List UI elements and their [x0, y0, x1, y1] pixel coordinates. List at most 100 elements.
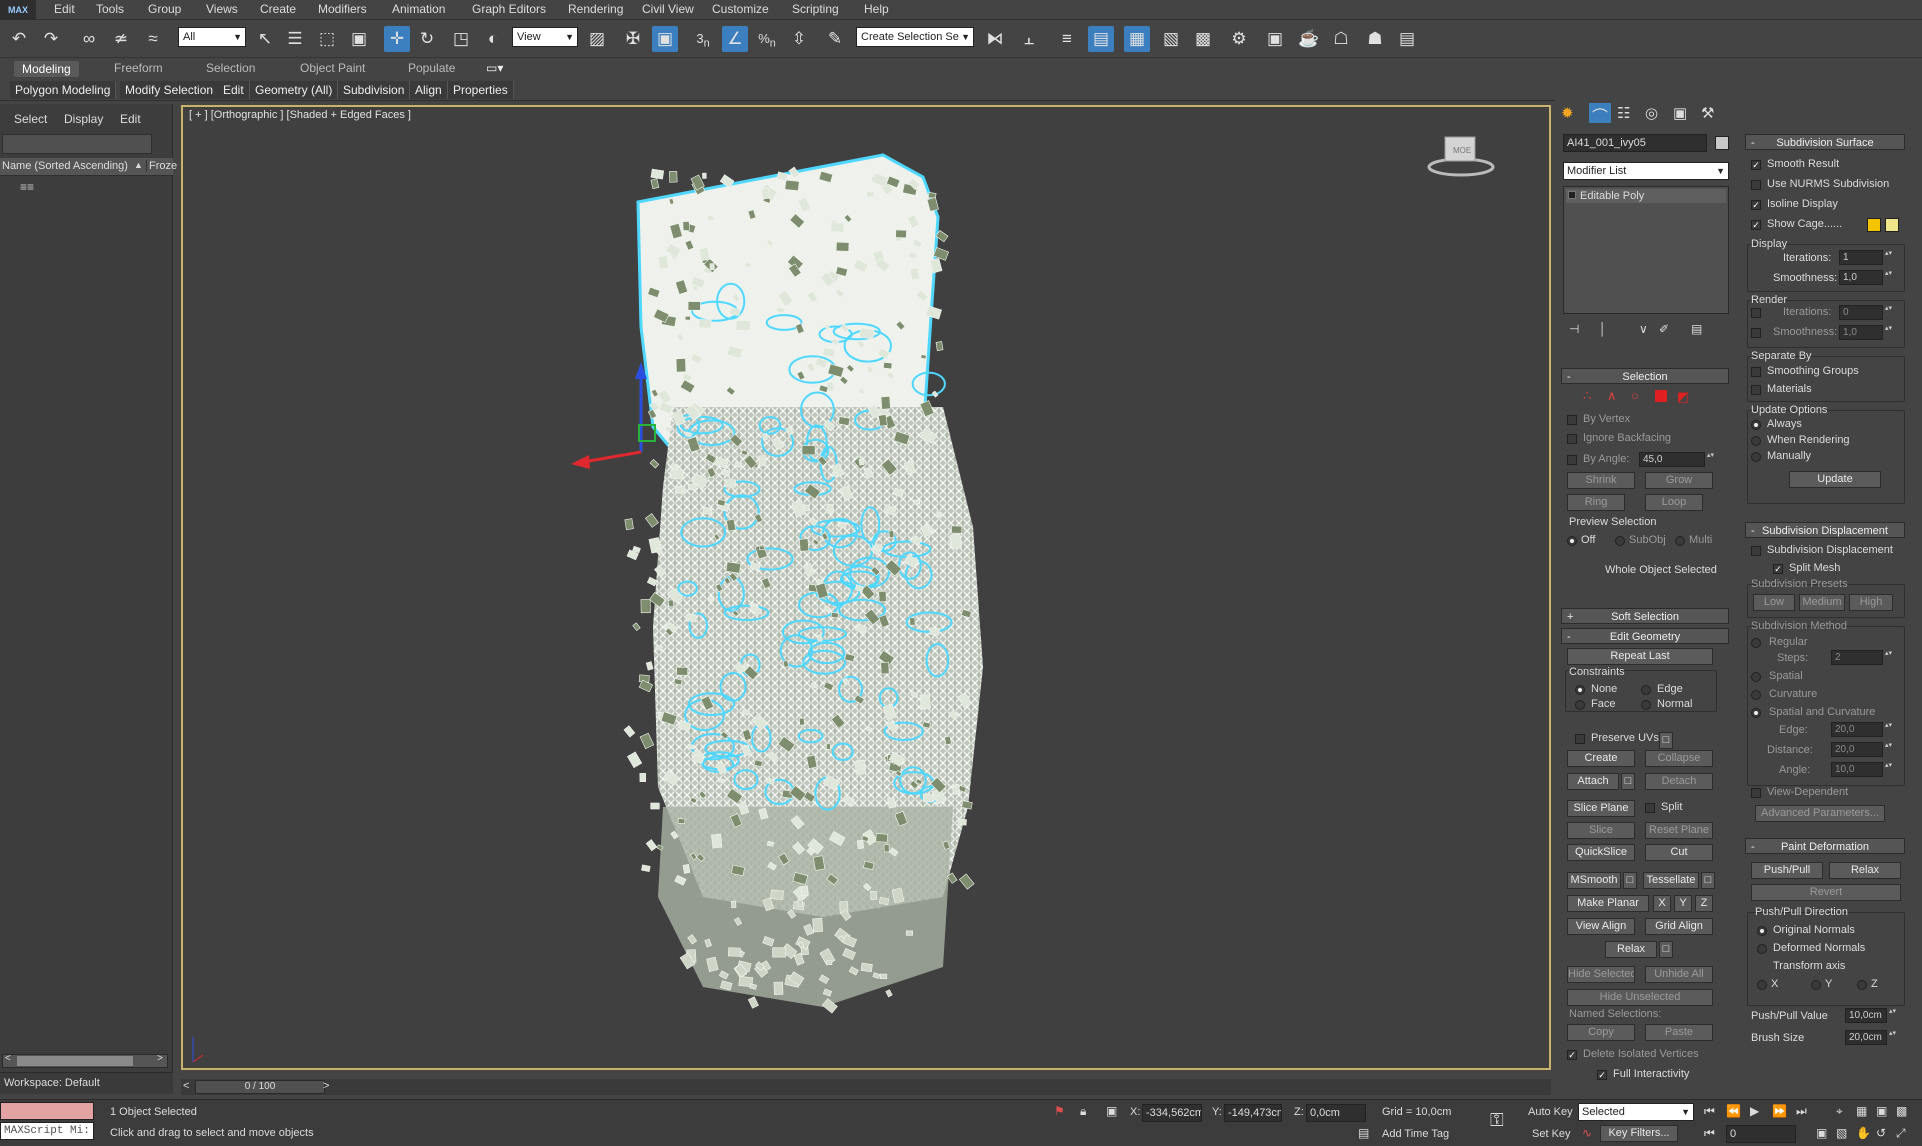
tab-modeling[interactable]: Modeling — [14, 61, 79, 77]
unlink-icon[interactable]: ≄ — [108, 26, 134, 52]
push-pull-button[interactable]: Push/Pull — [1751, 862, 1823, 879]
a360-icon[interactable]: ▤ — [1394, 26, 1420, 52]
menu-modifiers[interactable]: Modifiers — [318, 2, 367, 16]
preview-off-radio[interactable] — [1567, 536, 1577, 546]
panel-align[interactable]: Align — [410, 81, 448, 99]
coord-z-field[interactable]: 0,0cm — [1306, 1104, 1366, 1122]
scale-icon[interactable]: ◳ — [448, 26, 474, 52]
selection-lock-icon[interactable]: 🔒︎ — [1080, 1104, 1086, 1119]
display-tab-icon[interactable]: ▣ — [1673, 104, 1687, 122]
collapse-button[interactable]: Collapse — [1645, 750, 1713, 767]
menu-scripting[interactable]: Scripting — [792, 2, 839, 16]
tab-selection[interactable]: Selection — [206, 61, 255, 77]
render-smoothness-spinner[interactable]: 1,0 — [1839, 325, 1893, 340]
subdivision-displacement-rollout-header[interactable]: - Subdivision Displacement — [1745, 522, 1905, 538]
make-planar-z-button[interactable]: Z — [1695, 895, 1713, 912]
stack-item-editable-poly[interactable]: Editable Poly — [1566, 189, 1726, 203]
viewport-orthographic[interactable]: [ + ] [Orthographic ] [Shaded + Edged Fa… — [181, 105, 1551, 1070]
scene-search-input[interactable] — [2, 134, 152, 154]
spinner-snap-icon[interactable]: ⇳ — [786, 26, 812, 52]
revert-button[interactable]: Revert — [1751, 884, 1901, 901]
original-normals-radio[interactable] — [1757, 926, 1767, 936]
menu-edit[interactable]: Edit — [54, 2, 75, 16]
key-selection-dropdown[interactable]: Selected ▼ — [1578, 1103, 1694, 1121]
slice-plane-button[interactable]: Slice Plane — [1567, 800, 1635, 817]
repeat-last-button[interactable]: Repeat Last — [1567, 648, 1713, 665]
zoom-all-icon[interactable]: ▦ — [1856, 1104, 1867, 1118]
orbit-icon[interactable]: ↺ — [1876, 1126, 1886, 1140]
unhide-all-button[interactable]: Unhide All — [1645, 966, 1713, 983]
use-nurms-checkbox[interactable] — [1751, 180, 1761, 190]
method-spatial-radio[interactable] — [1751, 672, 1761, 682]
axis-z-radio[interactable] — [1857, 980, 1867, 990]
auto-key-button[interactable]: Auto Key — [1528, 1106, 1573, 1118]
slice-button[interactable]: Slice — [1567, 822, 1635, 839]
make-planar-x-button[interactable]: X — [1653, 895, 1671, 912]
coord-x-field[interactable]: -334,562cm — [1142, 1104, 1202, 1122]
isolate-selection-icon[interactable]: ⚑ — [1054, 1104, 1065, 1118]
element-mode-icon[interactable]: ◩ — [1677, 389, 1689, 405]
ignore-backfacing-checkbox[interactable] — [1567, 434, 1577, 444]
loop-button[interactable]: Loop — [1645, 494, 1703, 511]
utilities-tab-icon[interactable]: ⚒ — [1701, 104, 1714, 122]
isoline-checkbox[interactable]: ✓ — [1751, 200, 1761, 210]
shrink-button[interactable]: Shrink — [1567, 472, 1635, 489]
window-crossing-icon[interactable]: ▣ — [346, 26, 372, 52]
redo-icon[interactable]: ↷ — [38, 26, 64, 52]
time-tag-icon[interactable]: ▤ — [1358, 1126, 1369, 1140]
time-slider-thumb[interactable]: 0 / 100 — [195, 1080, 325, 1094]
zoom-icon[interactable]: ⌖ — [1836, 1104, 1843, 1119]
panel-polygon-modeling[interactable]: Polygon Modeling — [10, 81, 117, 99]
named-selection-dropdown[interactable]: Create Selection Se ▼ — [856, 27, 974, 47]
menu-create[interactable]: Create — [260, 2, 296, 16]
selection-filter-dropdown[interactable]: All ▼ — [178, 27, 246, 47]
method-regular-radio[interactable] — [1751, 638, 1761, 648]
rotate-icon[interactable]: ↻ — [414, 26, 440, 52]
smoothing-groups-checkbox[interactable] — [1751, 367, 1761, 377]
hide-unselected-button[interactable]: Hide Unselected — [1567, 989, 1713, 1006]
menu-graph-editors[interactable]: Graph Editors — [472, 2, 546, 16]
menu-rendering[interactable]: Rendering — [568, 2, 623, 16]
menu-customize[interactable]: Customize — [712, 2, 769, 16]
attach-button[interactable]: Attach — [1567, 773, 1619, 790]
panel-subdivision[interactable]: Subdivision — [338, 81, 411, 99]
make-planar-y-button[interactable]: Y — [1674, 895, 1692, 912]
scroll-left-icon[interactable]: < — [5, 1053, 11, 1064]
smooth-result-checkbox[interactable]: ✓ — [1751, 160, 1761, 170]
link-icon[interactable]: ∞ — [76, 26, 102, 52]
border-mode-icon[interactable]: ○ — [1631, 388, 1639, 403]
maxscript-listener-top[interactable] — [0, 1102, 94, 1120]
workspace-bar[interactable]: Workspace: Default — [0, 1072, 173, 1094]
advanced-parameters-button[interactable]: Advanced Parameters... — [1755, 805, 1885, 822]
key-filters-button[interactable]: Key Filters... — [1600, 1125, 1678, 1142]
subdivision-surface-rollout-header[interactable]: - Subdivision Surface — [1745, 134, 1905, 150]
rendered-frame-icon[interactable]: ▣ — [1262, 26, 1288, 52]
grid-align-button[interactable]: Grid Align — [1645, 918, 1713, 935]
materials-checkbox[interactable] — [1751, 385, 1761, 395]
panel-properties[interactable]: Properties — [448, 81, 514, 99]
align-icon[interactable]: ⫠ — [1016, 26, 1042, 52]
scrollbar-thumb[interactable] — [17, 1056, 133, 1066]
absolute-mode-icon[interactable]: ▣ — [1106, 1104, 1117, 1118]
vertex-mode-icon[interactable]: ∴ — [1583, 388, 1591, 404]
constraint-normal-radio[interactable] — [1641, 700, 1651, 710]
object-name-field[interactable]: AI41_001_ivy05 — [1563, 134, 1707, 152]
maxscript-mini-listener[interactable]: MAXScript Mi: — [0, 1122, 94, 1140]
render-activeshade-icon[interactable]: ☗ — [1362, 26, 1388, 52]
cage-color-2-swatch[interactable] — [1885, 218, 1899, 232]
go-to-end-icon[interactable]: ⏭ — [1796, 1104, 1807, 1119]
grow-button[interactable]: Grow — [1645, 472, 1713, 489]
menu-tools[interactable]: Tools — [96, 2, 124, 16]
remove-modifier-icon[interactable]: ✐ — [1659, 322, 1669, 336]
constraint-edge-radio[interactable] — [1641, 685, 1651, 695]
pan-icon[interactable]: ✋ — [1856, 1126, 1871, 1140]
preserve-uvs-settings-button[interactable]: □ — [1659, 732, 1673, 749]
place-icon[interactable]: ◐ — [480, 26, 506, 52]
brush-size-spinner[interactable]: 20,0cm — [1845, 1030, 1897, 1045]
set-key-button[interactable]: Set Key — [1532, 1128, 1571, 1140]
menu-views[interactable]: Views — [206, 2, 238, 16]
render-iterations-spinner[interactable]: 0 — [1839, 305, 1893, 320]
ribbon-icon[interactable]: ▤ — [1088, 26, 1114, 52]
edge-mode-icon[interactable]: ∧ — [1607, 388, 1617, 404]
modifier-stack[interactable]: Editable Poly — [1563, 186, 1729, 314]
